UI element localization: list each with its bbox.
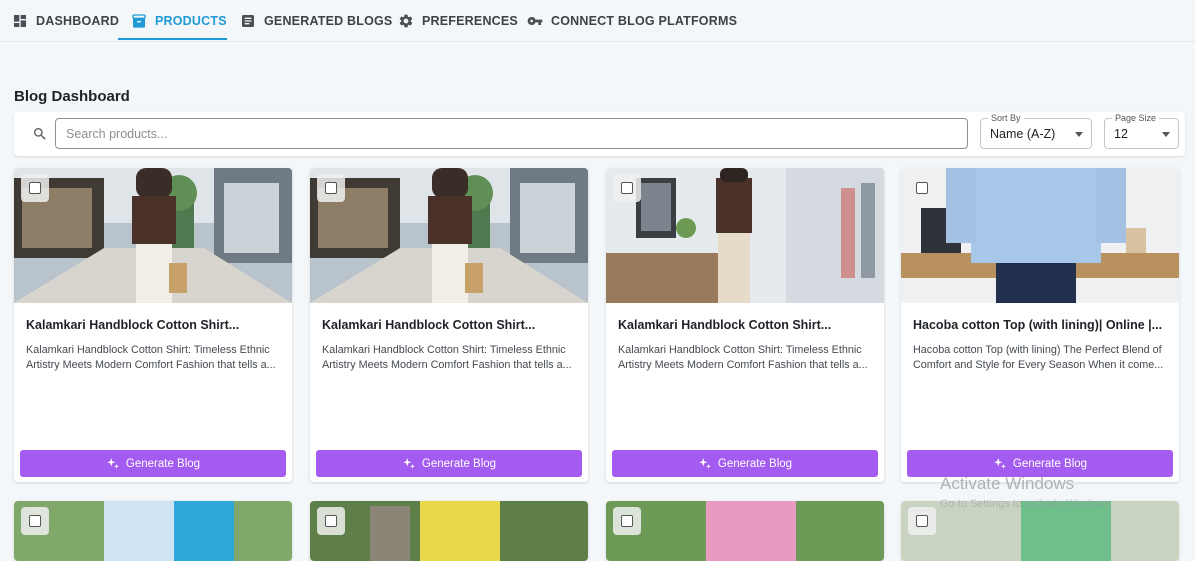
checkbox-icon <box>621 515 633 527</box>
sort-by-value: Name (A-Z) <box>990 126 1056 141</box>
sparkle-icon <box>994 457 1006 469</box>
product-image <box>606 501 884 561</box>
checkbox-icon <box>325 182 337 194</box>
page-title: Blog Dashboard <box>14 88 130 105</box>
page-size-select[interactable]: Page Size 12 <box>1104 113 1179 149</box>
product-description: Kalamkari Handblock Cotton Shirt: Timele… <box>26 344 276 371</box>
select-checkbox[interactable] <box>21 174 49 202</box>
tab-preferences-label: PREFERENCES <box>422 13 518 28</box>
product-card: Hacoba cotton Top (with lining)| Online … <box>901 168 1179 482</box>
activate-windows-subtitle: Go to Settings to activate Windows. <box>940 498 1114 510</box>
generate-blog-label: Generate Blog <box>717 457 793 470</box>
select-checkbox[interactable] <box>908 507 936 535</box>
generate-blog-button[interactable]: Generate Blog <box>316 450 582 477</box>
activate-windows-watermark: Activate Windows <box>940 474 1075 493</box>
select-checkbox[interactable] <box>613 174 641 202</box>
product-image <box>14 168 292 303</box>
sparkle-icon <box>403 457 415 469</box>
product-description: Hacoba cotton Top (with lining) The Perf… <box>913 344 1164 371</box>
gear-icon <box>399 14 413 27</box>
product-image <box>310 168 588 303</box>
sort-by-label: Sort By <box>988 113 1024 123</box>
generate-blog-button[interactable]: Generate Blog <box>612 450 878 477</box>
product-description: Kalamkari Handblock Cotton Shirt: Timele… <box>322 344 572 371</box>
checkbox-icon <box>325 515 337 527</box>
product-card: Kalamkari Handblock Cotton Shirt... Kala… <box>14 168 292 482</box>
product-toolbar: Sort By Name (A-Z) Page Size 12 <box>14 112 1185 156</box>
product-title[interactable]: Kalamkari Handblock Cotton Shirt... <box>26 318 281 332</box>
tab-connect-blog-platforms[interactable]: CONNECT BLOG PLATFORMS <box>527 0 737 41</box>
page-size-value: 12 <box>1114 126 1128 141</box>
checkbox-icon <box>29 515 41 527</box>
select-checkbox[interactable] <box>317 174 345 202</box>
caret-down-icon <box>1162 132 1170 137</box>
tab-dashboard-label: DASHBOARD <box>36 13 120 28</box>
product-image <box>901 501 1179 561</box>
tab-products-label: PRODUCTS <box>155 13 227 28</box>
search-icon <box>34 128 46 140</box>
product-image <box>901 168 1179 303</box>
product-title[interactable]: Kalamkari Handblock Cotton Shirt... <box>618 318 873 332</box>
product-image <box>310 501 588 561</box>
product-card <box>901 501 1179 561</box>
active-tab-indicator <box>118 38 227 40</box>
top-navigation: DASHBOARD PRODUCTS GENERATED BLOGS PREFE… <box>0 0 1195 42</box>
tab-connect-blog-platforms-label: CONNECT BLOG PLATFORMS <box>551 13 738 28</box>
checkbox-icon <box>621 182 633 194</box>
tab-dashboard[interactable]: DASHBOARD <box>12 0 119 41</box>
generate-blog-button[interactable]: Generate Blog <box>20 450 286 477</box>
generate-blog-label: Generate Blog <box>125 457 201 470</box>
product-card <box>606 501 884 561</box>
tab-generated-blogs-label: GENERATED BLOGS <box>264 13 393 28</box>
select-checkbox[interactable] <box>908 174 936 202</box>
select-checkbox[interactable] <box>317 507 345 535</box>
product-title[interactable]: Kalamkari Handblock Cotton Shirt... <box>322 318 577 332</box>
product-card <box>310 501 588 561</box>
generate-blog-label: Generate Blog <box>421 457 497 470</box>
sparkle-icon <box>699 457 711 469</box>
tab-preferences[interactable]: PREFERENCES <box>398 0 518 41</box>
sort-by-select[interactable]: Sort By Name (A-Z) <box>980 113 1092 149</box>
tab-generated-blogs[interactable]: GENERATED BLOGS <box>240 0 392 41</box>
generate-blog-button[interactable]: Generate Blog <box>907 450 1173 477</box>
product-description: Kalamkari Handblock Cotton Shirt: Timele… <box>618 344 868 371</box>
product-image <box>606 168 884 303</box>
search-input[interactable] <box>55 118 968 149</box>
tab-products[interactable]: PRODUCTS <box>131 0 227 41</box>
product-title[interactable]: Hacoba cotton Top (with lining)| Online … <box>913 318 1168 332</box>
generate-blog-label: Generate Blog <box>1012 457 1088 470</box>
select-checkbox[interactable] <box>613 507 641 535</box>
product-card: Kalamkari Handblock Cotton Shirt... Kala… <box>606 168 884 482</box>
dashboard-grid-icon <box>14 14 26 27</box>
product-image <box>14 501 292 561</box>
checkbox-icon <box>29 182 41 194</box>
article-icon <box>242 14 254 27</box>
product-card: Kalamkari Handblock Cotton Shirt... Kala… <box>310 168 588 482</box>
product-card <box>14 501 292 561</box>
sparkle-icon <box>107 457 119 469</box>
key-icon <box>527 16 543 25</box>
checkbox-icon <box>916 182 928 194</box>
inventory-box-icon <box>132 13 146 28</box>
caret-down-icon <box>1075 132 1083 137</box>
checkbox-icon <box>916 515 928 527</box>
page-size-label: Page Size <box>1112 113 1160 123</box>
select-checkbox[interactable] <box>21 507 49 535</box>
